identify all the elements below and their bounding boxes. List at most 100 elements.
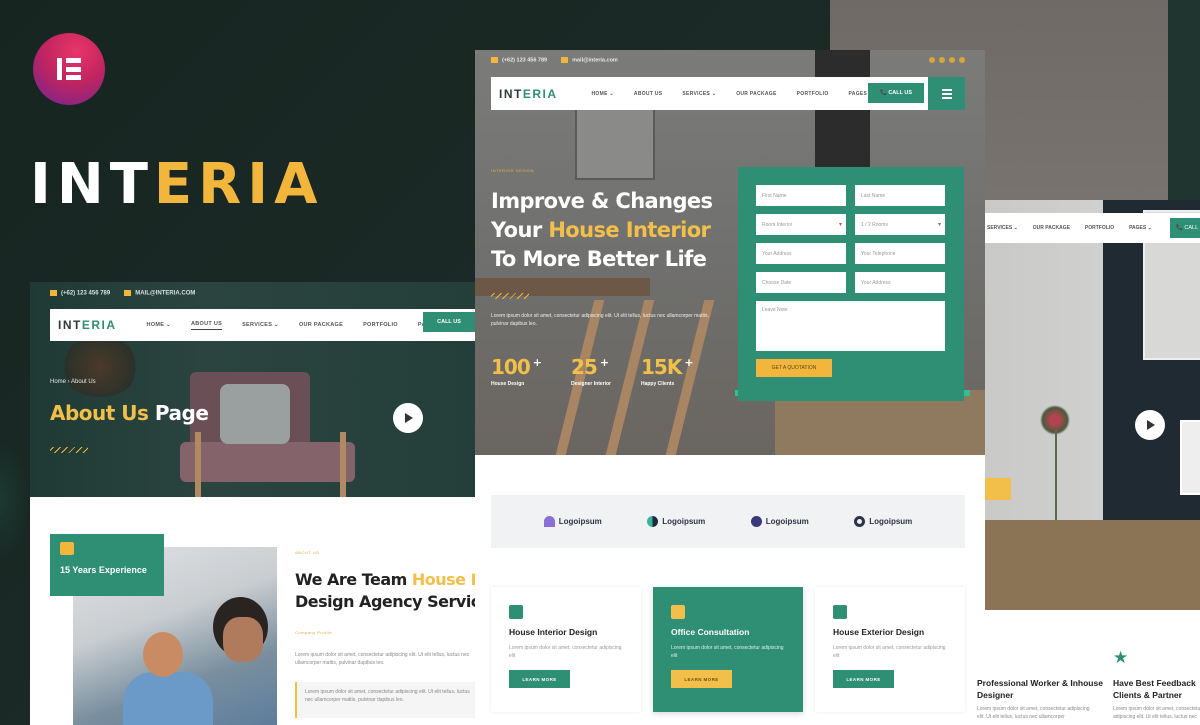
partner-logo: Logoipsum [647, 516, 705, 527]
twitter-icon[interactable] [939, 57, 945, 63]
menu-hamburger-button[interactable] [928, 77, 965, 110]
nav-portfolio[interactable]: PORTFOLIO [1085, 225, 1114, 231]
partner-logo: Logoipsum [750, 516, 809, 527]
about-paragraph: Lorem ipsum dolor sit amet, consectetur … [295, 652, 470, 666]
call-us-button[interactable]: 📞 CALL US [868, 83, 924, 103]
nav-services[interactable]: SERVICES ⌄ [987, 225, 1018, 231]
youtube-icon[interactable] [949, 57, 955, 63]
email-field[interactable]: Your Address [756, 243, 846, 264]
mail-icon [124, 290, 132, 296]
nav-about-us[interactable]: ABOUT US [634, 91, 663, 97]
phone-info: (+62) 123 456 789 [491, 57, 547, 63]
topbar: (+62) 123 456 789 MAIL@INTERIA.COM [50, 290, 195, 297]
mail-icon [561, 57, 569, 63]
garage-icon [833, 605, 847, 619]
service-card: House Interior Design Lorem ipsum dolor … [491, 587, 641, 712]
navbar: INTERIA HOME ⌄ ABOUT US SERVICES ⌄ OUR P… [491, 77, 928, 110]
service-card: House Exterior Design Lorem ipsum dolor … [815, 587, 965, 712]
feature-desc: Lorem ipsum dolor sit amet, consectetur … [1113, 706, 1200, 720]
topbar: (+62) 123 456 789 mail@interia.com [491, 57, 618, 63]
star-icon: ★ [1113, 648, 1129, 667]
phone-icon [50, 290, 57, 296]
hero-tag: INTERIOR DESIGN [491, 168, 535, 173]
instagram-icon[interactable] [959, 57, 965, 63]
logo-mark-icon [750, 516, 762, 527]
site-logo[interactable]: INTERIA [499, 87, 558, 101]
partner-logos: Logoipsum Logoipsum Logoipsum Logoipsum [491, 495, 965, 548]
room-select[interactable]: Room Interior [756, 214, 846, 235]
hero-paragraph: Lorem ipsum dolor sit amet, consectetur … [491, 313, 709, 327]
sub-tag: Company Profile [295, 630, 333, 635]
about-page-hero: (+62) 123 456 789 MAIL@INTERIA.COM INTER… [30, 282, 475, 497]
service-card: Office Consultation Lorem ipsum dolor si… [653, 587, 803, 712]
phone-field[interactable]: Your Telephone [855, 243, 945, 264]
nav-our-package[interactable]: OUR PACKAGE [1033, 225, 1070, 231]
experience-badge: 15 Years Experience [50, 534, 164, 596]
paint-roller-icon [509, 605, 523, 619]
social-links [929, 57, 965, 63]
feature-title: Have Best Feedback Clients & Partner [1113, 678, 1196, 700]
address-field[interactable]: Your Address [855, 272, 945, 293]
home-page-mockup: (+62) 123 456 789 mail@interia.com INTER… [475, 50, 985, 725]
learn-more-button[interactable]: LEARN MORE [671, 670, 732, 688]
nav-our-package[interactable]: OUR PACKAGE [736, 91, 776, 97]
navbar: INTERIA HOME ⌄ ABOUT US SERVICES ⌄ OUR P… [50, 309, 475, 341]
partner-logo: Logoipsum [543, 516, 602, 527]
home-hero: (+62) 123 456 789 mail@interia.com INTER… [475, 50, 985, 455]
email-info: MAIL@INTERIA.COM [124, 290, 195, 297]
play-video-button[interactable] [393, 403, 423, 433]
nav-portfolio[interactable]: PORTFOLIO [363, 322, 398, 328]
learn-more-button[interactable]: LEARN MORE [509, 670, 570, 688]
last-name-field[interactable]: Last Name [855, 185, 945, 206]
play-video-button[interactable] [1135, 410, 1165, 440]
about-quote: Lorem ipsum dolor sit amet, consectetur … [295, 682, 475, 718]
date-field[interactable]: Choose Date [756, 272, 846, 293]
rooms-count-select[interactable]: 1 / 2 Rooms [855, 214, 945, 235]
email-info: mail@interia.com [561, 57, 618, 63]
quotation-form: First Name Last Name Room Interior 1 / 2… [738, 167, 964, 401]
logo-mark-icon [543, 516, 555, 527]
call-button[interactable]: 📞 CALL [1170, 218, 1200, 238]
nav-home[interactable]: HOME ⌄ [147, 322, 171, 328]
call-us-button[interactable]: CALL US [423, 312, 475, 332]
navbar: SERVICES ⌄ OUR PACKAGE PORTFOLIO PAGES ⌄… [985, 213, 1200, 243]
note-textarea[interactable]: Leave Note [756, 301, 945, 351]
about-section: 15 Years Experience ABOUT US We Are Team… [30, 497, 475, 725]
brand-wordmark: INTERIA [30, 152, 324, 217]
logo-mark-icon [854, 516, 866, 527]
elementor-logo-icon [33, 33, 105, 105]
nav-services[interactable]: SERVICES ⌄ [682, 91, 716, 97]
wall-art-image [575, 105, 655, 180]
breadcrumb: Home › About Us [50, 379, 96, 385]
facebook-icon[interactable] [929, 57, 935, 63]
site-logo[interactable]: INTERIA [58, 318, 117, 332]
cta-button[interactable] [985, 478, 1011, 500]
features-section: ★ Professional Worker & Inhouse Designer… [977, 610, 1200, 725]
page-title: About Us Page [50, 401, 209, 425]
nav-about-us[interactable]: ABOUT US [190, 321, 223, 330]
stat-happy-clients: 15K + Happy Clients [640, 355, 694, 387]
nav-home[interactable]: HOME ⌄ [592, 91, 614, 97]
first-name-field[interactable]: First Name [756, 185, 846, 206]
partner-logo: Logoipsum [854, 516, 912, 527]
section-tag: ABOUT US [295, 550, 320, 555]
armchair-image [180, 372, 360, 497]
zigzag-divider [50, 447, 88, 453]
hero-title: Improve & Changes Your House Interior To… [491, 189, 713, 271]
stats-row: 100 + House Design 25 + Designer Interior … [491, 355, 694, 387]
nav-portfolio[interactable]: PORTFOLIO [797, 91, 829, 97]
shop-icon [671, 605, 685, 619]
phone-info: (+62) 123 456 789 [50, 290, 110, 297]
third-page-mockup: SERVICES ⌄ OUR PACKAGE PORTFOLIO PAGES ⌄… [985, 200, 1200, 610]
nav-pages[interactable]: PAGES ⌄ [1129, 225, 1152, 231]
background-frame [1168, 0, 1200, 220]
nav-our-package[interactable]: OUR PACKAGE [299, 322, 343, 328]
phone-icon [491, 57, 498, 63]
plant-image [60, 337, 140, 397]
logo-mark-icon [647, 516, 659, 527]
learn-more-button[interactable]: LEARN MORE [833, 670, 894, 688]
nav-services[interactable]: SERVICES ⌄ [242, 322, 279, 328]
stat-house-design: 100 + House Design [491, 355, 542, 387]
calendar-icon [60, 542, 74, 555]
get-quotation-button[interactable]: GET A QUOTATION [756, 359, 832, 377]
